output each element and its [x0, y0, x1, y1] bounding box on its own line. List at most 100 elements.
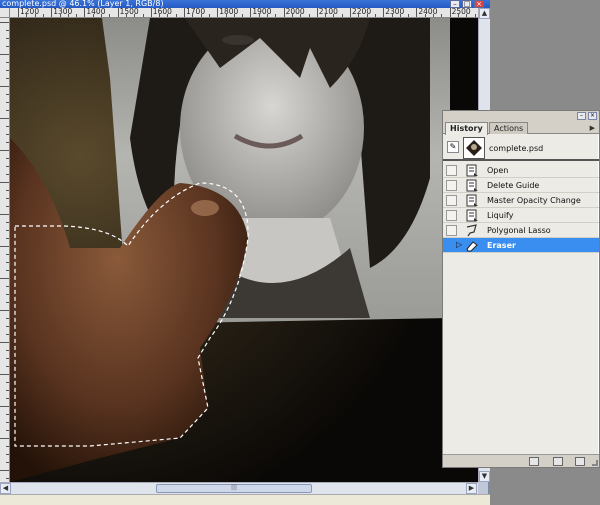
image-canvas[interactable] — [10, 18, 478, 482]
panel-resize-grip[interactable] — [592, 460, 598, 466]
ruler-tick — [184, 8, 185, 17]
history-state-polygonal-lasso[interactable]: Polygonal Lasso — [443, 223, 599, 238]
ruler-tick — [6, 206, 9, 207]
panel-tabs: History Actions ▶ — [443, 121, 599, 135]
ruler-tick — [6, 262, 9, 263]
ruler-tick — [6, 254, 9, 255]
history-state-liquify[interactable]: Liquify — [443, 208, 599, 223]
ruler-tick — [0, 246, 9, 247]
ruler-tick — [6, 270, 9, 271]
ruler-tick — [6, 126, 9, 127]
ruler-tick-label: 1600 — [152, 8, 172, 16]
ruler-tick — [6, 430, 9, 431]
panel-titlebar[interactable]: – × — [443, 111, 599, 121]
ruler-tick — [76, 14, 78, 17]
source-checkbox[interactable] — [446, 225, 457, 236]
ruler-tick — [6, 158, 9, 159]
ruler-tick — [0, 406, 9, 407]
ruler-origin[interactable] — [0, 8, 10, 18]
maximize-button[interactable]: □ — [462, 0, 472, 8]
ruler-tick — [0, 310, 9, 311]
scroll-down-arrow-icon[interactable]: ▼ — [479, 471, 490, 482]
ruler-tick — [374, 14, 376, 17]
vertical-ruler[interactable] — [0, 18, 10, 482]
close-button[interactable]: × — [474, 0, 484, 8]
minimize-button[interactable]: – — [450, 0, 460, 8]
document-icon — [466, 164, 478, 177]
source-checkbox[interactable] — [446, 165, 457, 176]
ruler-tick-label: 2000 — [285, 8, 305, 16]
horizontal-scroll-thumb[interactable]: ||| — [156, 484, 312, 493]
ruler-tick — [134, 14, 136, 17]
history-state-label: Open — [487, 166, 509, 175]
ruler-tick — [325, 14, 327, 17]
scroll-left-arrow-icon[interactable]: ◀ — [0, 483, 11, 494]
ruler-tick — [0, 214, 9, 215]
ruler-tick-label: 1900 — [252, 8, 272, 16]
snapshot-row[interactable]: ✎ complete.psd — [443, 135, 599, 161]
panel-minimize-button[interactable]: – — [577, 112, 586, 120]
history-state-label: Master Opacity Change — [487, 196, 581, 205]
tab-history[interactable]: History — [445, 122, 488, 135]
document-icon — [466, 179, 478, 192]
ruler-tick — [125, 14, 127, 17]
panel-close-button[interactable]: × — [588, 112, 597, 120]
history-brush-source-icon[interactable]: ✎ — [447, 141, 459, 153]
ruler-tick — [42, 14, 44, 17]
camera-snapshot-icon[interactable] — [553, 457, 563, 466]
ruler-tick — [67, 14, 69, 17]
document-title: complete.psd @ 46.1% (Layer 1, RGB/8) — [2, 0, 164, 8]
panel-menu-arrow-icon[interactable]: ▶ — [590, 124, 595, 132]
ruler-tick — [358, 14, 360, 17]
history-state-master-opacity-change[interactable]: Master Opacity Change — [443, 193, 599, 208]
source-checkbox[interactable] — [446, 195, 457, 206]
ruler-tick — [283, 8, 285, 17]
ruler-tick — [175, 14, 177, 17]
ruler-tick — [6, 134, 9, 135]
ruler-tick — [433, 14, 434, 17]
new-document-from-state-icon[interactable] — [529, 457, 539, 466]
ruler-tick — [6, 358, 9, 359]
scroll-right-arrow-icon[interactable]: ▶ — [466, 483, 477, 494]
snapshot-thumbnail — [463, 137, 485, 159]
history-state-eraser[interactable]: ▷ Eraser — [443, 238, 599, 253]
document-titlebar[interactable]: complete.psd @ 46.1% (Layer 1, RGB/8) — [0, 0, 490, 8]
document-icon — [466, 209, 478, 222]
history-state-label: Liquify — [487, 211, 514, 220]
ruler-tick — [474, 14, 476, 17]
ruler-tick — [391, 14, 393, 17]
ruler-tick — [51, 8, 53, 17]
horizontal-ruler[interactable]: 1200 1300 1400 1500 1600 1700 1800 1900 2000 2100… — [10, 8, 478, 18]
history-state-delete-guide[interactable]: Delete Guide — [443, 178, 599, 193]
ruler-tick — [267, 14, 268, 17]
ruler-tick — [6, 478, 9, 479]
ruler-tick — [6, 390, 9, 391]
document-window-controls: – □ × — [450, 0, 484, 8]
scroll-up-arrow-icon[interactable]: ▲ — [479, 8, 490, 19]
ruler-tick — [0, 438, 9, 439]
tab-actions[interactable]: Actions — [489, 122, 529, 134]
ruler-tick — [84, 8, 86, 17]
ruler-tick — [424, 14, 426, 17]
ruler-tick — [316, 8, 318, 17]
ruler-tick — [225, 14, 227, 17]
ruler-tick — [6, 414, 9, 415]
ruler-tick — [0, 374, 9, 375]
ruler-tick — [250, 8, 252, 17]
ruler-tick — [6, 222, 9, 223]
source-checkbox[interactable] — [446, 210, 457, 221]
ruler-tick — [192, 14, 194, 17]
ruler-tick — [441, 14, 443, 17]
history-states-list: Open Delete Guide Master Opacity Change … — [443, 163, 599, 253]
current-state-slider-icon[interactable]: ▷ — [456, 241, 462, 249]
horizontal-scrollbar[interactable]: ◀ ||| ▶ — [0, 482, 478, 494]
snapshot-label: complete.psd — [489, 144, 544, 153]
trash-icon[interactable] — [575, 457, 585, 466]
document-icon — [466, 194, 478, 207]
source-checkbox[interactable] — [446, 180, 457, 191]
ruler-tick — [408, 14, 410, 17]
ruler-tick — [6, 70, 9, 71]
ruler-tick — [6, 398, 9, 399]
history-state-open[interactable]: Open — [443, 163, 599, 178]
ruler-tick — [333, 14, 335, 17]
